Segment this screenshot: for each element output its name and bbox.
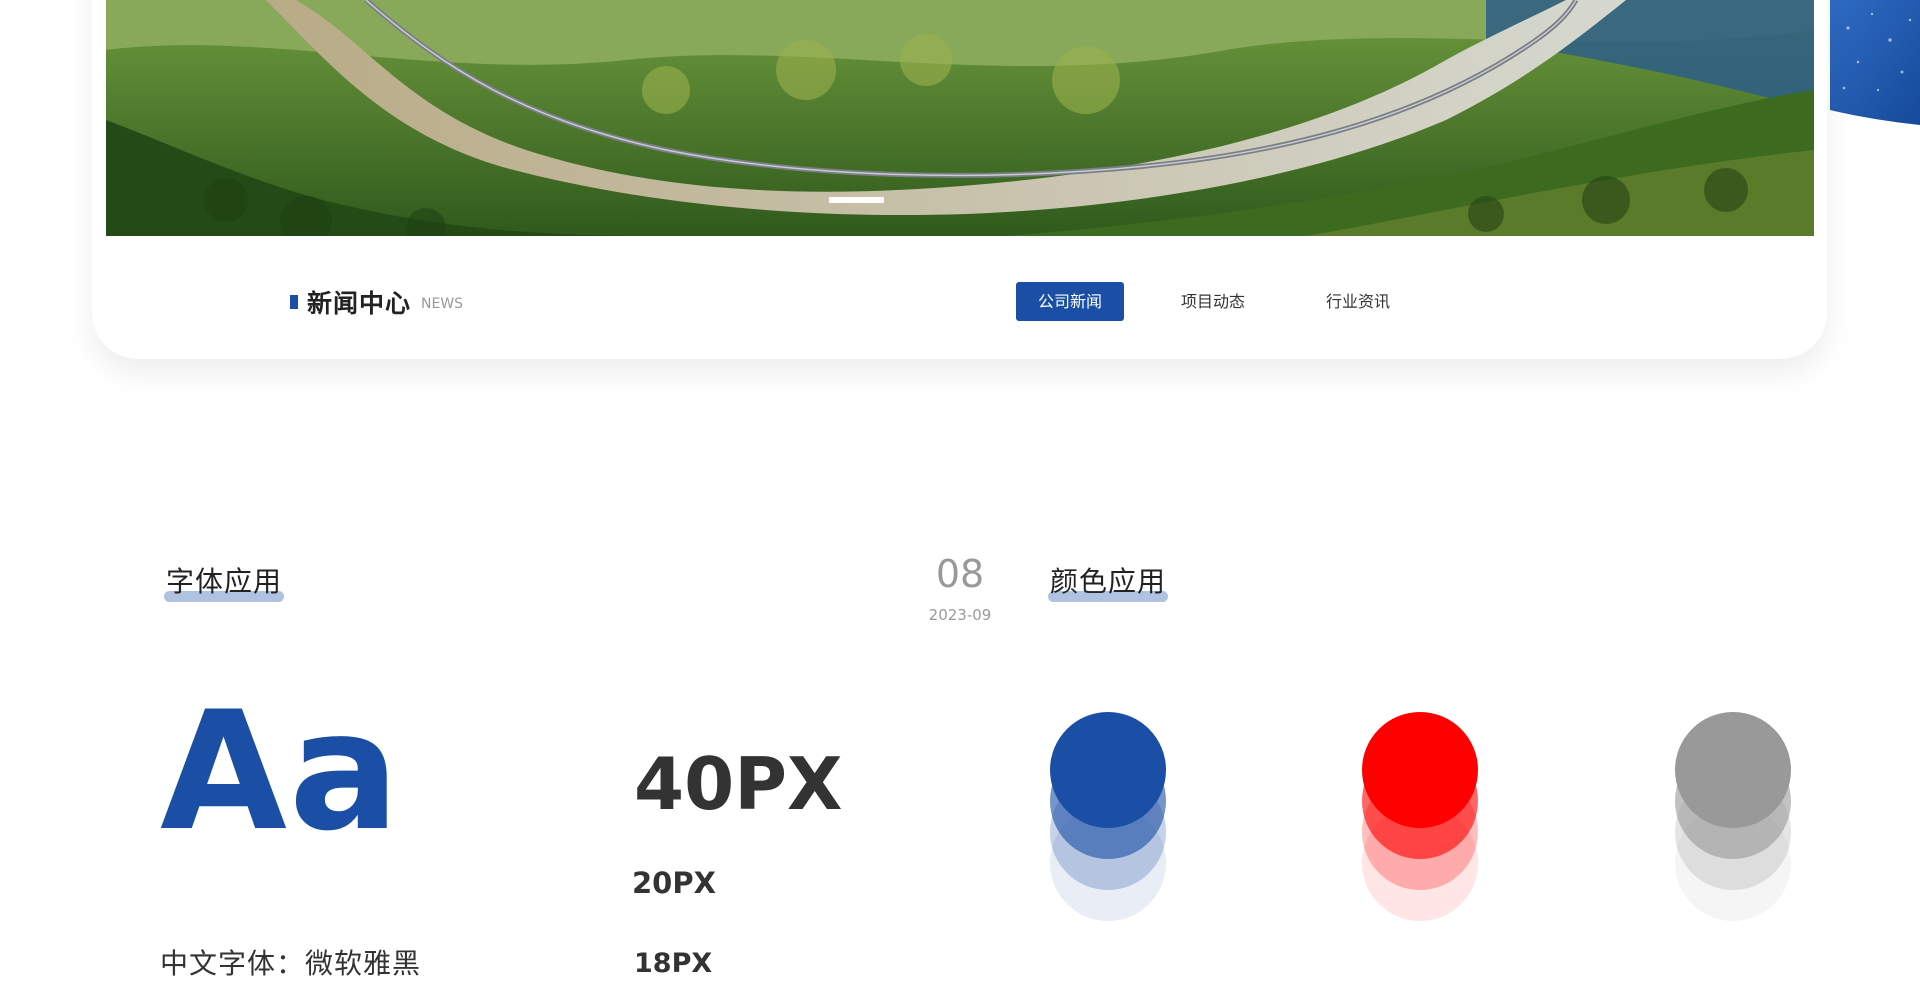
color-section-title: 颜色应用 [1047,560,1169,602]
tab-industry-news[interactable]: 行业资讯 [1305,282,1411,321]
tab-company-news[interactable]: 公司新闻 [1016,282,1124,321]
page: 新闻中心 NEWS 公司新闻 项目动态 行业资讯 字体应用 08 2023-09… [0,0,1920,1000]
color-swatch-accent [1362,712,1478,922]
news-heading-marker [290,295,298,309]
color-swatch-primary [1050,712,1166,922]
font-size-20: 20PX [632,866,716,900]
hero-banner[interactable] [106,0,1814,236]
news-title: 新闻中心 [307,289,412,318]
date-day: 08 [935,552,985,596]
news-subtitle: NEWS [421,296,464,312]
font-size-40: 40PX [634,742,843,826]
hero-landscape-image [106,0,1814,236]
color-circle-solid [1362,712,1478,828]
slider-indicator-active[interactable] [829,197,884,203]
date-month: 2023-09 [928,606,992,624]
tab-project-updates[interactable]: 项目动态 [1160,282,1266,321]
decorative-swoosh [1830,0,1920,125]
font-section-title: 字体应用 [163,560,285,602]
news-heading: 新闻中心 NEWS [290,282,463,322]
font-size-18: 18PX [634,948,713,979]
color-swatch-neutral [1675,712,1791,922]
color-circle-solid [1675,712,1791,828]
chinese-font-label: 中文字体：微软雅黑 [160,947,422,980]
font-sample-glyph: Aa [160,676,402,867]
color-circle-solid [1050,712,1166,828]
